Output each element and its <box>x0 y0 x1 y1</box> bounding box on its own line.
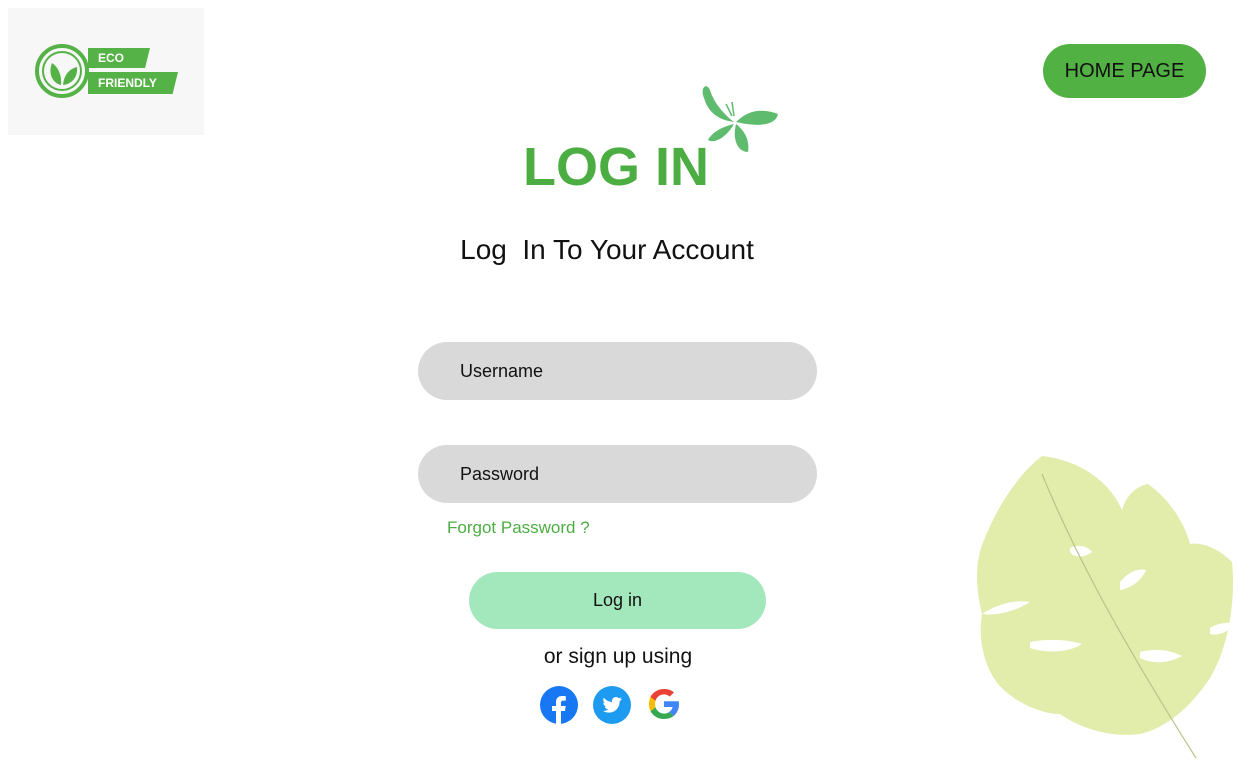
password-input[interactable] <box>418 445 817 503</box>
login-button[interactable]: Log in <box>469 572 766 629</box>
twitter-icon[interactable] <box>593 686 631 724</box>
eco-leaf-emblem-icon <box>35 44 89 98</box>
logo-friendly-text: FRIENDLY <box>88 72 178 94</box>
logo-eco-text: ECO <box>88 48 150 68</box>
eco-friendly-logo: ECO FRIENDLY <box>8 8 204 135</box>
facebook-icon[interactable] <box>540 686 578 724</box>
monstera-leaf-icon <box>977 456 1236 759</box>
forgot-password-link[interactable]: Forgot Password ? <box>447 518 590 538</box>
page-title: LOG IN <box>523 137 709 197</box>
google-icon[interactable] <box>646 686 682 722</box>
home-page-button[interactable]: HOME PAGE <box>1043 44 1206 98</box>
page-subtitle: Log In To Your Account <box>460 234 754 265</box>
username-input[interactable] <box>418 342 817 400</box>
